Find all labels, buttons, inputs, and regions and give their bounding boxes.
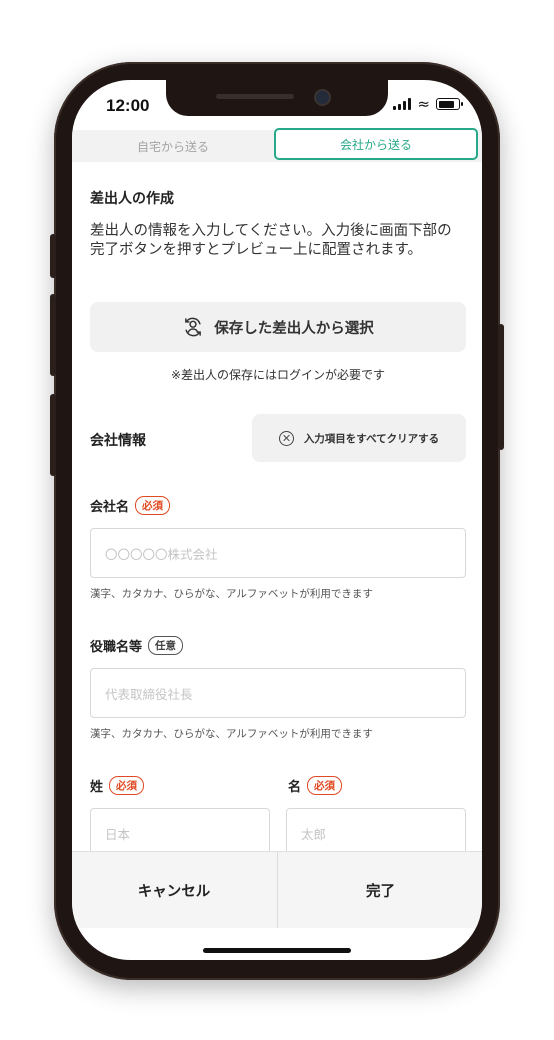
company-info-title: 会社情報 [90,433,146,449]
required-badge: 必須 [307,776,343,795]
company-name-hint: 漢字、カタカナ、ひらがな、アルファベットが利用できます [90,588,373,600]
bottom-action-bar: キャンセル 完了 [72,851,482,928]
section-description: 差出人の情報を入力してください。入力後に画面下部の完了ボタンを押すとプレビュー上… [90,223,452,258]
select-saved-sender-label: 保存した差出人から選択 [214,320,374,337]
side-button-mute [50,234,56,278]
notch [166,80,388,116]
company-name-input[interactable]: 〇〇〇〇〇株式会社 [90,528,466,578]
tab-home[interactable]: 自宅から送る [72,130,274,162]
position-hint: 漢字、カタカナ、ひらがな、アルファベットが利用できます [90,728,373,740]
clear-all-button[interactable]: 入力項目をすべてクリアする [252,414,466,462]
last-name-placeholder: 日本 [105,826,131,842]
clear-all-label: 入力項目をすべてクリアする [303,432,440,445]
first-name-label-text: 名 [288,780,302,795]
first-name-label: 名 必須 [288,776,343,795]
select-saved-sender-button[interactable]: 保存した差出人から選択 [90,302,466,352]
login-note: ※差出人の保存にはログインが必要です [170,368,386,382]
last-name-label: 姓 必須 [90,776,145,795]
tab-company[interactable]: 会社から送る [274,128,478,160]
position-label: 役職名等 任意 [90,636,184,655]
cancel-button[interactable]: キャンセル [72,852,276,928]
circle-x-icon [278,430,294,446]
person-sync-icon [185,317,202,337]
home-indicator[interactable] [203,948,351,953]
position-label-text: 役職名等 [90,640,143,655]
position-placeholder: 代表取締役社長 [105,686,193,702]
company-name-placeholder: 〇〇〇〇〇株式会社 [105,546,218,562]
battery-icon [436,98,463,110]
speaker [216,94,294,99]
wifi-icon: ≈ [417,95,430,113]
required-badge: 必須 [109,776,145,795]
status-time: 12:00 [106,96,150,115]
last-name-label-text: 姓 [90,780,104,795]
section-title: 差出人の作成 [90,191,174,207]
status-icons: ≈ [393,95,463,113]
side-button-volume-down [50,394,56,476]
send-mode-tabs: 自宅から送る 会社から送る [72,128,482,162]
required-badge: 必須 [135,496,171,515]
company-name-label-text: 会社名 [90,500,130,515]
company-name-label: 会社名 必須 [90,496,171,515]
first-name-placeholder: 太郎 [301,826,327,842]
done-button[interactable]: 完了 [277,852,482,928]
side-button-power [498,324,504,450]
front-camera [314,89,331,106]
position-input[interactable]: 代表取締役社長 [90,668,466,718]
optional-badge: 任意 [148,636,184,655]
side-button-volume-up [50,294,56,376]
phone-screen: 12:00 ≈ 自宅から送る 会社から送る 差出人の作成 差出人の情報を入力して… [72,80,482,960]
signal-icon [393,98,412,110]
